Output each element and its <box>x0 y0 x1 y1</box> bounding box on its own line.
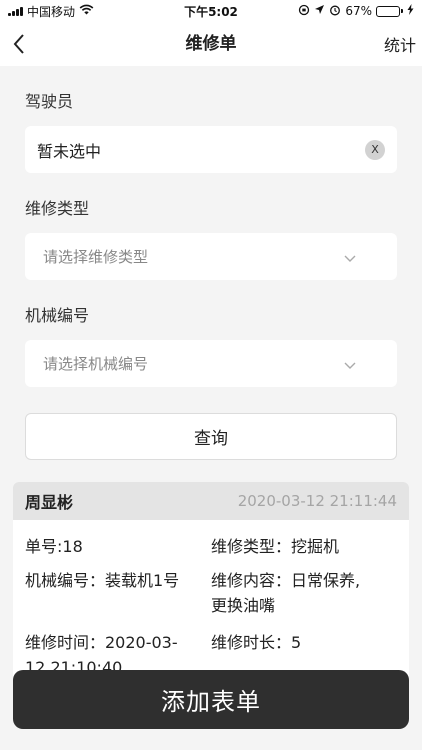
query-button[interactable]: 查询 <box>25 413 397 460</box>
repair-type: 维修类型：挖掘机 <box>211 537 340 556</box>
repair-time-line1: 维修时间：2020-03- <box>25 633 178 652</box>
record-datetime: 2020-03-12 21:11:44 <box>237 492 397 510</box>
machine-number: 机械编号：装载机1号 <box>25 571 180 590</box>
location-icon <box>314 4 325 18</box>
machine-no-select[interactable]: 请选择机械编号 <box>25 340 397 387</box>
status-bar: 中国移动 下午5:02 67% <box>0 0 422 22</box>
driver-value: 暂未选中 <box>37 141 102 161</box>
nav-bar: 统计 <box>0 22 422 66</box>
driver-name: 周显彬 <box>25 493 74 512</box>
battery-percent: 67% <box>345 4 372 18</box>
clear-driver-button[interactable]: X <box>365 139 385 160</box>
add-form-button[interactable]: 添加表单 <box>13 670 409 729</box>
statistics-button[interactable]: 统计 <box>384 32 416 56</box>
repair-type-placeholder: 请选择维修类型 <box>43 248 149 266</box>
driver-field[interactable]: 暂未选中 X <box>25 126 397 173</box>
card-header: 周显彬 2020-03-12 21:11:44 <box>13 482 409 520</box>
repair-content-line2: 更换油嘴 <box>211 596 276 615</box>
battery-icon <box>376 5 403 17</box>
carrier-name: 中国移动 <box>27 4 76 19</box>
alarm-icon <box>329 4 341 19</box>
charging-icon <box>407 4 414 18</box>
screen: 中国移动 下午5:02 67% 统计 维修单 驾驶员 暂未选中 X 维修类型 请… <box>0 0 422 750</box>
repair-content: 维修内容：日常保养, 更换油嘴 <box>211 568 401 618</box>
wifi-icon <box>79 4 94 18</box>
signal-icon <box>8 6 23 16</box>
machine-no-label: 机械编号 <box>25 306 90 325</box>
order-number: 单号:18 <box>25 537 83 556</box>
driver-label: 驾驶员 <box>25 92 74 111</box>
repair-duration: 维修时长：5 <box>211 633 302 652</box>
chevron-down-icon <box>343 250 357 264</box>
orientation-lock-icon <box>298 4 310 19</box>
status-left: 中国移动 <box>8 3 94 20</box>
repair-content-line1: 维修内容：日常保养, <box>211 571 361 590</box>
filter-panel: 驾驶员 暂未选中 X 维修类型 请选择维修类型 机械编号 请选择机械编号 查询 <box>0 66 422 460</box>
chevron-left-icon[interactable] <box>12 32 36 56</box>
machine-no-placeholder: 请选择机械编号 <box>43 355 149 373</box>
repair-type-label: 维修类型 <box>25 199 90 218</box>
repair-type-select[interactable]: 请选择维修类型 <box>25 233 397 280</box>
status-right: 67% <box>298 4 414 19</box>
chevron-down-icon <box>343 357 357 371</box>
